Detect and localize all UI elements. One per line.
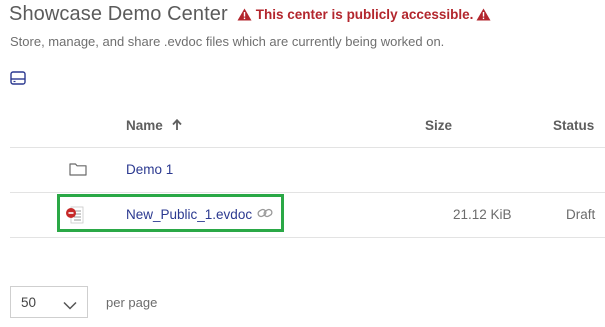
table-row[interactable]: Demo 1 (10, 148, 605, 193)
row-size: 21.12 KiB (453, 207, 512, 222)
column-header-name-label: Name (126, 118, 163, 133)
chevron-down-icon (63, 298, 77, 313)
file-name-link[interactable]: New_Public_1.evdoc (126, 207, 273, 222)
column-header-status[interactable]: Status (553, 118, 594, 133)
table-row[interactable]: New_Public_1.evdoc 21.12 KiB Draft (10, 193, 605, 238)
documents-table: Name Size Status Demo 1 New_Public_1.evd… (10, 104, 605, 238)
list-view-icon[interactable] (10, 71, 26, 85)
per-page-label: per page (106, 294, 158, 310)
warning-icon (476, 8, 491, 21)
page-title: Showcase Demo Center (9, 3, 228, 25)
page-size-select[interactable]: 50 (10, 286, 88, 318)
public-warning-text: This center is publicly accessible. (255, 7, 474, 22)
row-status: Draft (566, 207, 596, 222)
arrow-up-icon (172, 118, 182, 133)
file-name-label: New_Public_1.evdoc (126, 207, 253, 222)
folder-name-link[interactable]: Demo 1 (126, 162, 173, 177)
column-header-name[interactable]: Name (126, 118, 182, 133)
warning-icon (237, 8, 252, 21)
public-warning: This center is publicly accessible. (237, 7, 492, 22)
table-header: Name Size Status (10, 104, 605, 148)
evdoc-file-icon (65, 206, 85, 229)
page-size-value: 50 (21, 295, 37, 310)
page-header: Showcase Demo Center This center is publ… (9, 3, 491, 26)
page-subtitle: Store, manage, and share .evdoc files wh… (10, 34, 445, 49)
pagination: 50 per page (10, 286, 157, 318)
column-header-size[interactable]: Size (425, 118, 452, 133)
link-icon[interactable] (257, 207, 273, 222)
folder-icon (69, 162, 87, 179)
